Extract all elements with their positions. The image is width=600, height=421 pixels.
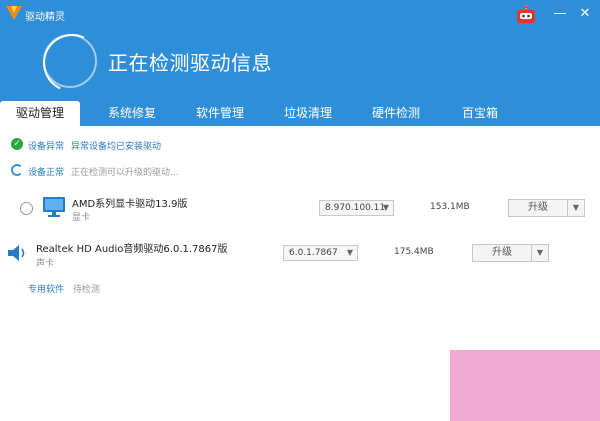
status-title: 正在检测驱动信息 [108,51,272,75]
scan-spinner-icon [43,34,97,88]
upgrade-button[interactable]: 升级 ▼ [508,199,585,217]
tab-hardware-detection[interactable]: 硬件检测 [356,101,436,126]
tab-junk-cleanup[interactable]: 垃圾清理 [268,101,348,126]
version-select[interactable]: 8.970.100.11 ▼ [319,200,394,216]
dedicated-software-link[interactable]: 专用软件 [28,285,64,295]
upgrade-dropdown-icon[interactable]: ▼ [532,245,548,261]
abnormal-detail[interactable]: 异常设备均已安装驱动 [71,139,161,152]
driver-type: 显卡 [72,213,91,223]
version-select[interactable]: 6.0.1.7867 ▼ [283,245,358,261]
title-bar: 驱动精灵 — ✕ [0,0,600,28]
driver-select-radio[interactable] [20,202,33,215]
check-circle-icon: ✓ [11,138,23,150]
close-button[interactable]: ✕ [578,7,592,21]
pending-status: 待检测 [72,285,100,295]
header: 驱动精灵 — ✕ 正在检测驱动信息 驱动管理 系统修复 软件管理 垃圾清理 硬件… [0,0,600,126]
driver-type: 声卡 [36,259,55,269]
tab-toolbox[interactable]: 百宝箱 [440,101,520,126]
upgrade-button[interactable]: 升级 ▼ [472,244,549,262]
abnormal-status-row: ✓ 设备异常 异常设备均已安装驱动 [11,138,311,152]
version-value: 8.970.100.11 [325,203,386,213]
abnormal-label[interactable]: 设备异常 [28,139,64,152]
corner-watermark [450,350,600,421]
tab-system-repair[interactable]: 系统修复 [92,101,172,126]
driver-row: Realtek HD Audio音频驱动6.0.1.7867版 声卡 6.0.1… [0,236,600,272]
upgrade-label: 升级 [528,202,548,213]
normal-detail: 正在检测可以升级的驱动... [71,168,179,178]
tab-software-management[interactable]: 软件管理 [180,101,260,126]
monitor-icon [43,197,65,217]
driver-name: AMD系列显卡驱动13.9版 [72,199,188,210]
driver-row: AMD系列显卡驱动13.9版 显卡 8.970.100.11 ▼ 153.1MB… [0,192,600,228]
tab-bar: 驱动管理 系统修复 软件管理 垃圾清理 硬件检测 百宝箱 [0,101,600,126]
version-value: 6.0.1.7867 [289,248,338,258]
normal-status-row: 设备正常 正在检测可以升级的驱动... [11,164,311,178]
app-logo-icon [6,6,22,20]
normal-label[interactable]: 设备正常 [28,165,64,178]
upgrade-dropdown-icon[interactable]: ▼ [568,200,584,216]
driver-size: 175.4MB [394,247,434,257]
app-name: 驱动精灵 [25,12,65,23]
upgrade-label: 升级 [492,247,512,258]
footer-links: 专用软件 待检测 [28,282,100,295]
chevron-down-icon: ▼ [382,203,389,212]
driver-size: 153.1MB [430,202,470,212]
loading-ring-icon [11,164,23,176]
speaker-icon [8,245,25,261]
driver-name: Realtek HD Audio音频驱动6.0.1.7867版 [36,244,228,255]
tab-driver-management[interactable]: 驱动管理 [0,101,80,126]
robot-mascot-icon[interactable] [515,5,537,25]
chevron-down-icon: ▼ [346,248,353,257]
minimize-button[interactable]: — [553,7,567,21]
